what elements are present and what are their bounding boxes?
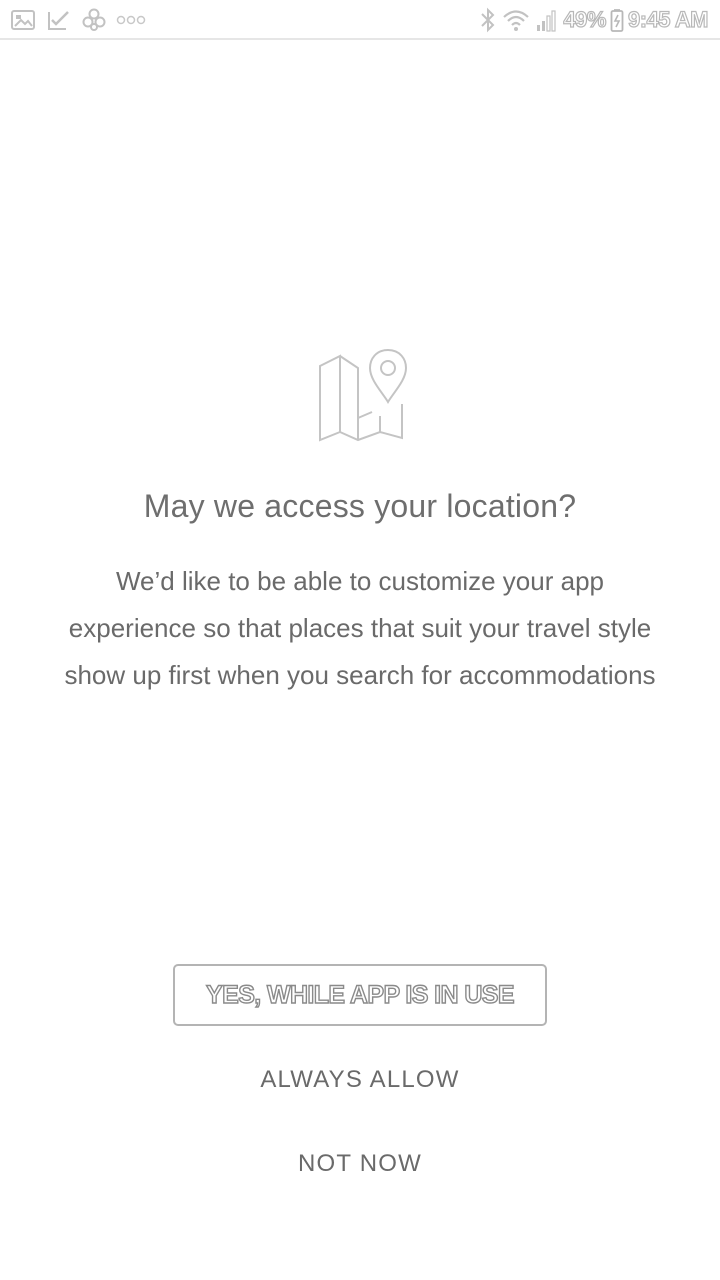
image-icon — [10, 9, 36, 31]
prompt-description: We’d like to be able to customize your a… — [20, 558, 700, 699]
status-bar: 49% 9:45 AM — [0, 0, 720, 40]
battery-percent: 49% — [563, 6, 607, 32]
more-dots-icon — [116, 14, 146, 26]
description-line: We’d like to be able to customize your a… — [115, 566, 604, 596]
clock: 9:45 AM — [627, 6, 709, 32]
wifi-icon — [501, 7, 531, 33]
system-status: 49% 9:45 AM — [479, 6, 709, 34]
pinwheel-icon — [82, 8, 106, 32]
bluetooth-icon — [479, 7, 497, 33]
notification-icons — [10, 8, 146, 32]
check-icon — [46, 9, 72, 31]
prompt-title: May we access your location? — [143, 488, 577, 524]
signal-icon — [535, 7, 559, 33]
battery-icon — [610, 7, 624, 33]
always-allow-button[interactable]: ALWAYS ALLOW — [0, 1066, 720, 1094]
description-line: show up first when you search for accomm… — [64, 660, 656, 690]
map-location-icon — [312, 346, 408, 442]
location-permission-screen: 49% 9:45 AM May we access your location?… — [0, 0, 720, 1280]
description-line: experience so that places that suit your… — [68, 613, 652, 643]
allow-while-in-use-label: YES, WHILE APP IS IN USE — [205, 980, 515, 1009]
allow-while-in-use-button[interactable]: YES, WHILE APP IS IN USE — [173, 964, 547, 1026]
not-now-button[interactable]: NOT NOW — [0, 1150, 720, 1178]
